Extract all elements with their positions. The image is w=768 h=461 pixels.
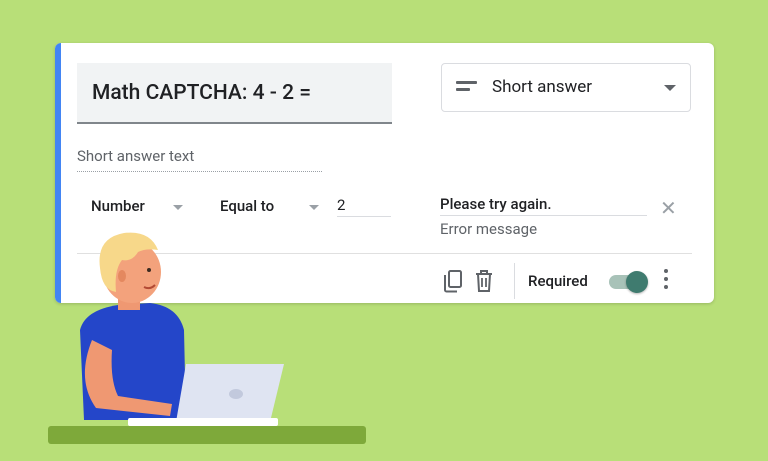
validation-condition-caret-icon[interactable] xyxy=(309,205,319,210)
arm-shape xyxy=(84,340,172,416)
more-options-icon[interactable] xyxy=(663,269,669,293)
error-message-input[interactable]: Please try again. xyxy=(440,195,647,216)
validation-type-select[interactable]: Number xyxy=(91,197,145,215)
desk-shape xyxy=(48,426,366,444)
validation-value-input[interactable]: 2 xyxy=(337,196,391,217)
card-accent-bar xyxy=(55,43,61,303)
short-answer-placeholder: Short answer text xyxy=(77,147,322,172)
validation-type-caret-icon[interactable] xyxy=(173,205,183,210)
question-title-text: Math CAPTCHA: 4 - 2 = xyxy=(92,81,312,105)
question-card: Math CAPTCHA: 4 - 2 = Short answer Short… xyxy=(55,43,714,303)
short-answer-icon xyxy=(456,81,477,95)
question-type-dropdown[interactable]: Short answer xyxy=(441,63,691,112)
validation-condition-select[interactable]: Equal to xyxy=(220,197,274,215)
required-toggle[interactable] xyxy=(609,271,650,293)
footer-separator xyxy=(514,263,515,299)
toggle-thumb xyxy=(626,271,648,293)
delete-icon[interactable] xyxy=(475,269,493,293)
question-type-label: Short answer xyxy=(492,77,593,97)
footer-divider xyxy=(77,253,692,254)
laptop-shape xyxy=(176,364,284,422)
dropdown-caret-icon xyxy=(664,85,676,91)
error-message-caption: Error message xyxy=(440,220,538,238)
question-title-field[interactable]: Math CAPTCHA: 4 - 2 = xyxy=(77,63,392,124)
shirt-shape xyxy=(80,303,186,420)
laptop-base-shape xyxy=(128,418,278,426)
remove-validation-icon[interactable]: ✕ xyxy=(660,198,677,218)
duplicate-icon[interactable] xyxy=(443,269,463,293)
required-label: Required xyxy=(528,272,588,290)
